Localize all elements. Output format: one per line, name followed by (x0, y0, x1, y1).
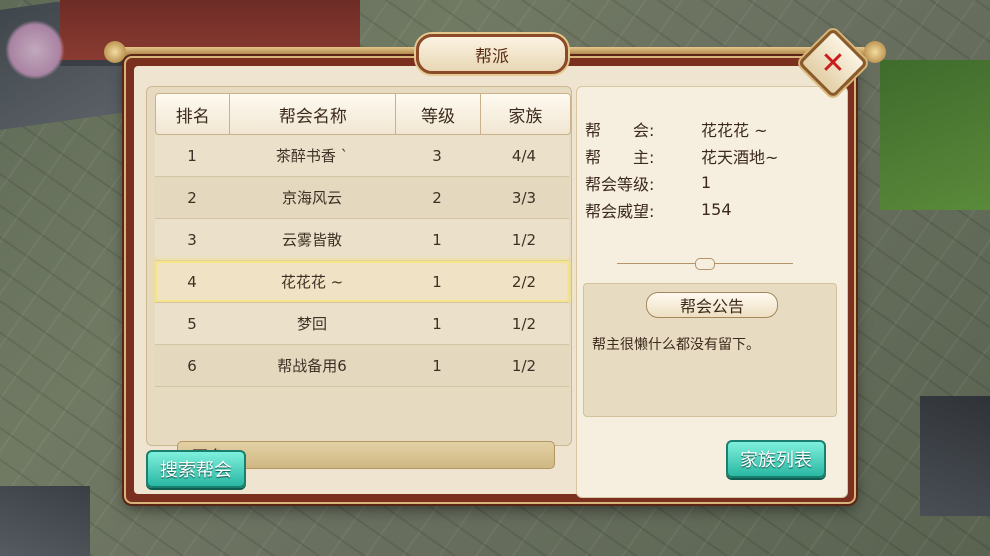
level-row: 帮会等级: 1 (585, 169, 778, 196)
guild-name-row: 帮 会: 花花花 ~ (585, 115, 778, 142)
window-title: 帮派 (416, 34, 568, 74)
row-family: 1/2 (511, 356, 537, 375)
header-level: 等级 (396, 94, 481, 134)
guild-window: 排名 帮会名称 等级 家族 1 茶醉书香 ` 3 4/4 2 京海风云 2 3/… (126, 27, 869, 502)
row-guild-name: 花花花 ~ (280, 273, 344, 291)
table-row[interactable]: 2 京海风云 2 3/3 (155, 177, 569, 219)
close-icon: ✕ (820, 45, 846, 81)
row-level: 2 (432, 188, 442, 207)
table-row[interactable]: 6 帮战备用6 1 1/2 (155, 345, 569, 387)
row-level: 1 (432, 314, 442, 333)
row-level: 1 (432, 356, 442, 375)
table-row[interactable]: 3 云雾皆散 1 1/2 (155, 219, 569, 261)
notice-title: 帮会公告 (646, 292, 778, 318)
knot-ornament-icon (695, 258, 715, 270)
level-label: 帮会等级: (585, 174, 655, 194)
level-value: 1 (701, 173, 712, 192)
leader-value: 花天酒地~ (701, 147, 779, 167)
row-family: 1/2 (511, 230, 537, 249)
rod-cap-right-icon (864, 41, 886, 63)
row-guild-name: 帮战备用6 (277, 357, 347, 375)
guild-detail-panel: 帮 会: 花花花 ~ 帮 主: 花天酒地~ 帮会等级: 1 帮会威望: 154 (576, 86, 848, 498)
table-row[interactable]: 1 茶醉书香 ` 3 4/4 (155, 135, 569, 177)
row-family: 1/2 (511, 314, 537, 333)
background-roof-bottom (0, 486, 90, 556)
row-rank: 3 (187, 230, 197, 249)
row-guild-name: 京海风云 (281, 189, 342, 207)
guild-label: 帮 会: (585, 120, 655, 140)
family-list-button[interactable]: 家族列表 (726, 440, 826, 478)
guild-info: 帮 会: 花花花 ~ 帮 主: 花天酒地~ 帮会等级: 1 帮会威望: 154 (585, 115, 778, 223)
table-header: 排名 帮会名称 等级 家族 (155, 93, 571, 135)
window-body: 排名 帮会名称 等级 家族 1 茶醉书香 ` 3 4/4 2 京海风云 2 3/… (134, 66, 848, 498)
row-family: 2/2 (511, 272, 537, 291)
row-guild-name: 云雾皆散 (281, 231, 342, 249)
notice-text: 帮主很懒什么都没有留下。 (592, 337, 760, 353)
background-roof-right (920, 396, 990, 516)
row-level: 1 (432, 230, 442, 249)
background-grass (880, 60, 990, 210)
search-guild-button[interactable]: 搜索帮会 (146, 450, 246, 488)
table-row[interactable]: 5 梦回 1 1/2 (155, 303, 569, 345)
guild-ranking-panel: 排名 帮会名称 等级 家族 1 茶醉书香 ` 3 4/4 2 京海风云 2 3/… (146, 86, 572, 469)
row-rank: 5 (187, 314, 197, 333)
rod-cap-left-icon (104, 41, 126, 63)
background-blossom-tree (5, 20, 65, 80)
prestige-value: 154 (701, 200, 732, 219)
row-guild-name: 梦回 (296, 315, 327, 333)
table-row-selected[interactable]: 4 花花花 ~ 1 2/2 (155, 261, 569, 303)
guild-list: 1 茶醉书香 ` 3 4/4 2 京海风云 2 3/3 3 云雾皆散 1 1/2 (155, 135, 569, 387)
guild-value: 花花花 ~ (701, 120, 768, 140)
row-level: 3 (432, 146, 442, 165)
row-level: 1 (432, 272, 442, 291)
leader-label: 帮 主: (585, 147, 655, 167)
row-rank: 4 (187, 272, 197, 291)
leader-row: 帮 主: 花天酒地~ (585, 142, 778, 169)
row-rank: 2 (187, 188, 197, 207)
prestige-label: 帮会威望: (585, 201, 655, 221)
notice-box: 帮会公告 帮主很懒什么都没有留下。 (583, 283, 837, 417)
header-guild-name: 帮会名称 (230, 94, 397, 134)
header-rank: 排名 (156, 94, 231, 134)
row-guild-name: 茶醉书香 ` (275, 147, 349, 165)
row-family: 3/3 (511, 188, 537, 207)
prestige-row: 帮会威望: 154 (585, 196, 778, 223)
row-family: 4/4 (511, 146, 537, 165)
row-rank: 6 (187, 356, 197, 375)
row-rank: 1 (187, 146, 197, 165)
header-family: 家族 (508, 106, 543, 127)
